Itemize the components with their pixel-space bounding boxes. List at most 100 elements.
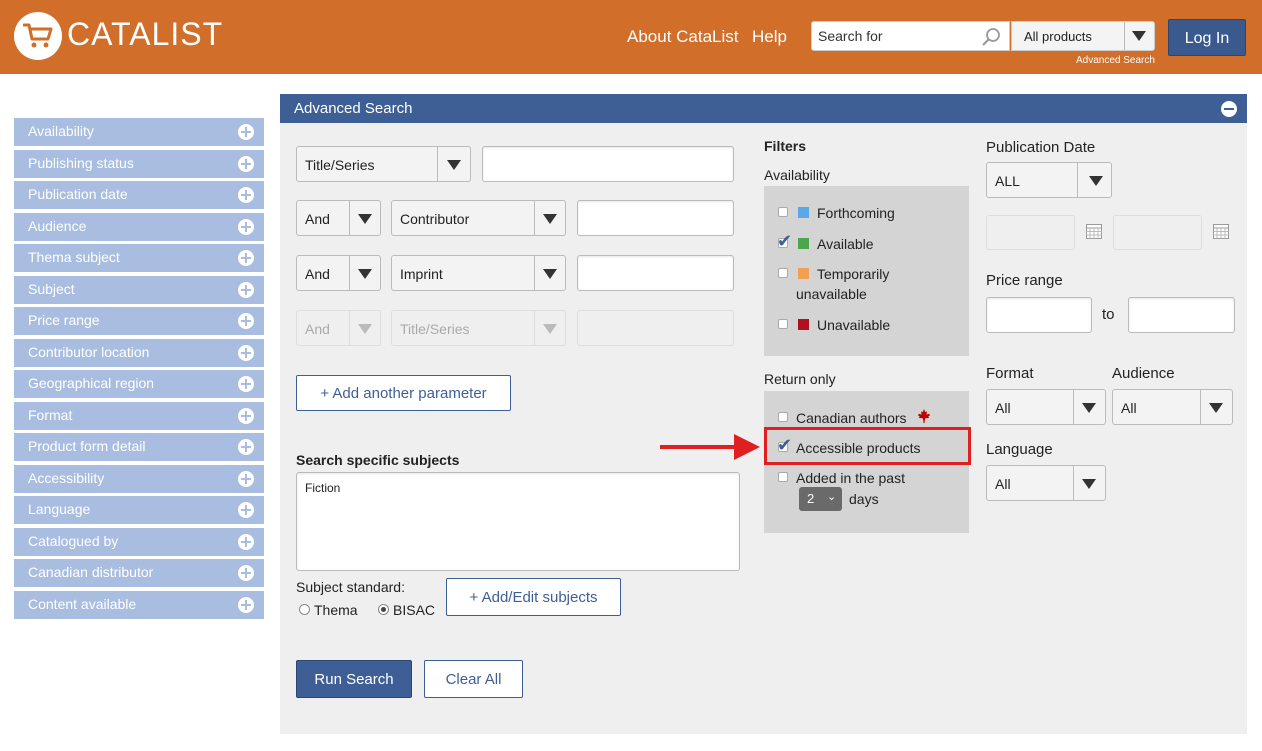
cart-logo-icon[interactable] [14, 12, 62, 60]
chevron-down-icon [1082, 403, 1096, 413]
field-select-2[interactable]: Contributor [391, 200, 566, 236]
sidebar-item-label: Thema subject [28, 249, 120, 265]
sidebar-item-price-range[interactable]: Price range [14, 307, 264, 335]
forthcoming-color-swatch [798, 207, 809, 218]
sidebar-item-catalogued-by[interactable]: Catalogued by [14, 527, 264, 556]
search-term-input-3[interactable] [577, 255, 734, 291]
sidebar-item-publishing-status[interactable]: Publishing status [14, 149, 264, 178]
checkbox-forthcoming[interactable] [778, 207, 788, 217]
checkbox-unavailable[interactable] [778, 319, 788, 329]
calendar-icon[interactable] [1086, 224, 1102, 239]
add-parameter-button[interactable]: + Add another parameter [296, 375, 511, 411]
expand-plus-icon[interactable] [238, 344, 254, 361]
expand-plus-icon[interactable] [238, 596, 254, 613]
sidebar-item-label: Price range [28, 312, 100, 328]
field-select-3[interactable]: Imprint [391, 255, 566, 291]
expand-plus-icon[interactable] [238, 565, 254, 581]
expand-plus-icon[interactable] [238, 376, 254, 392]
login-button[interactable]: Log In [1168, 19, 1246, 56]
expand-plus-icon[interactable] [238, 218, 254, 235]
field-select-4[interactable]: Title/Series [391, 310, 566, 346]
collapse-minus-icon[interactable] [1221, 101, 1237, 117]
language-select[interactable]: All [986, 465, 1106, 501]
sidebar-item-content-available[interactable]: Content available [14, 590, 264, 619]
chevron-down-icon [1082, 479, 1096, 489]
annotation-arrow-head [734, 434, 760, 460]
price-to-input[interactable] [1128, 297, 1235, 333]
nav-about-link[interactable]: About CataList [627, 27, 739, 47]
run-search-button[interactable]: Run Search [296, 660, 412, 698]
maple-leaf-icon [916, 408, 932, 429]
expand-plus-icon[interactable] [238, 439, 254, 455]
nav-help-link[interactable]: Help [752, 27, 787, 47]
product-type-value: All products [1024, 29, 1092, 44]
sidebar-item-publication-date[interactable]: Publication date [14, 181, 264, 209]
brand-name[interactable]: CATALIST [67, 16, 223, 53]
sidebar-item-label: Accessibility [28, 469, 105, 486]
pub-date-select[interactable]: ALL [986, 162, 1112, 198]
sidebar-item-thema-subject[interactable]: Thema subject [14, 244, 264, 272]
field-select-1[interactable]: Title/Series [296, 146, 471, 182]
chevron-down-icon [543, 214, 557, 224]
checkbox-canadian-authors[interactable] [778, 412, 788, 422]
temporarily-unavailable-color-swatch [798, 268, 809, 279]
sidebar-item-language[interactable]: Language [14, 496, 264, 524]
expand-plus-icon[interactable] [238, 313, 254, 329]
expand-plus-icon[interactable] [238, 533, 254, 550]
expand-plus-icon[interactable] [238, 250, 254, 266]
sidebar-item-audience[interactable]: Audience [14, 212, 264, 241]
format-select[interactable]: All [986, 389, 1106, 425]
search-term-input-4[interactable] [577, 310, 734, 346]
available-label: Available [817, 236, 874, 252]
operator-select-4[interactable]: And [296, 310, 381, 346]
add-edit-subjects-button[interactable]: + Add/Edit subjects [446, 578, 621, 616]
checkmark-icon: ✔ [777, 231, 793, 251]
sidebar-item-canadian-distributor[interactable]: Canadian distributor [14, 559, 264, 587]
sidebar-item-subject[interactable]: Subject [14, 275, 264, 304]
format-label: Format [986, 365, 1034, 382]
chevron-down-icon [1089, 176, 1103, 186]
search-input[interactable] [818, 28, 978, 44]
search-term-input-2[interactable] [577, 200, 734, 236]
product-type-select[interactable]: All products [1011, 21, 1155, 51]
facet-sidebar: Availability Publishing status Publicati… [14, 118, 264, 622]
language-value: All [995, 476, 1011, 492]
price-from-input[interactable] [986, 297, 1092, 333]
calendar-icon[interactable] [1213, 224, 1229, 239]
operator-select-3[interactable]: And [296, 255, 381, 291]
chevron-down-icon [1132, 31, 1146, 41]
added-days-select[interactable]: 2 ⌄ [799, 487, 842, 511]
price-range-label: Price range [986, 272, 1063, 289]
expand-plus-icon[interactable] [238, 155, 254, 172]
field-select-value: Title/Series [305, 157, 375, 173]
unavailable-color-swatch [798, 319, 809, 330]
advanced-search-link[interactable]: Advanced Search [1076, 55, 1155, 66]
operator-select-2[interactable]: And [296, 200, 381, 236]
expand-plus-icon[interactable] [238, 407, 254, 424]
date-to-input[interactable] [1113, 215, 1202, 250]
expand-plus-icon[interactable] [238, 502, 254, 518]
checkbox-temporarily-unavailable[interactable] [778, 268, 788, 278]
unavailable-label: Unavailable [817, 317, 891, 333]
clear-all-button[interactable]: Clear All [424, 660, 523, 698]
checkbox-added-in-past[interactable] [778, 472, 788, 482]
subjects-textarea[interactable]: Fiction [296, 472, 740, 571]
expand-plus-icon[interactable] [238, 124, 254, 140]
sidebar-item-contributor-location[interactable]: Contributor location [14, 338, 264, 367]
sidebar-item-accessibility[interactable]: Accessibility [14, 464, 264, 493]
radio-thema[interactable] [299, 604, 310, 615]
sidebar-item-format[interactable]: Format [14, 401, 264, 430]
sidebar-item-label: Content available [28, 595, 137, 612]
sidebar-item-availability[interactable]: Availability [14, 118, 264, 146]
audience-select[interactable]: All [1112, 389, 1233, 425]
date-from-input[interactable] [986, 215, 1075, 250]
search-icon[interactable] [981, 27, 1001, 52]
expand-plus-icon[interactable] [238, 281, 254, 298]
search-term-input-1[interactable] [482, 146, 734, 182]
sidebar-item-geographical-region[interactable]: Geographical region [14, 370, 264, 398]
canadian-authors-label: Canadian authors [796, 410, 907, 426]
expand-plus-icon[interactable] [238, 470, 254, 487]
radio-bisac[interactable] [378, 604, 389, 615]
expand-plus-icon[interactable] [238, 187, 254, 203]
sidebar-item-product-form-detail[interactable]: Product form detail [14, 433, 264, 461]
